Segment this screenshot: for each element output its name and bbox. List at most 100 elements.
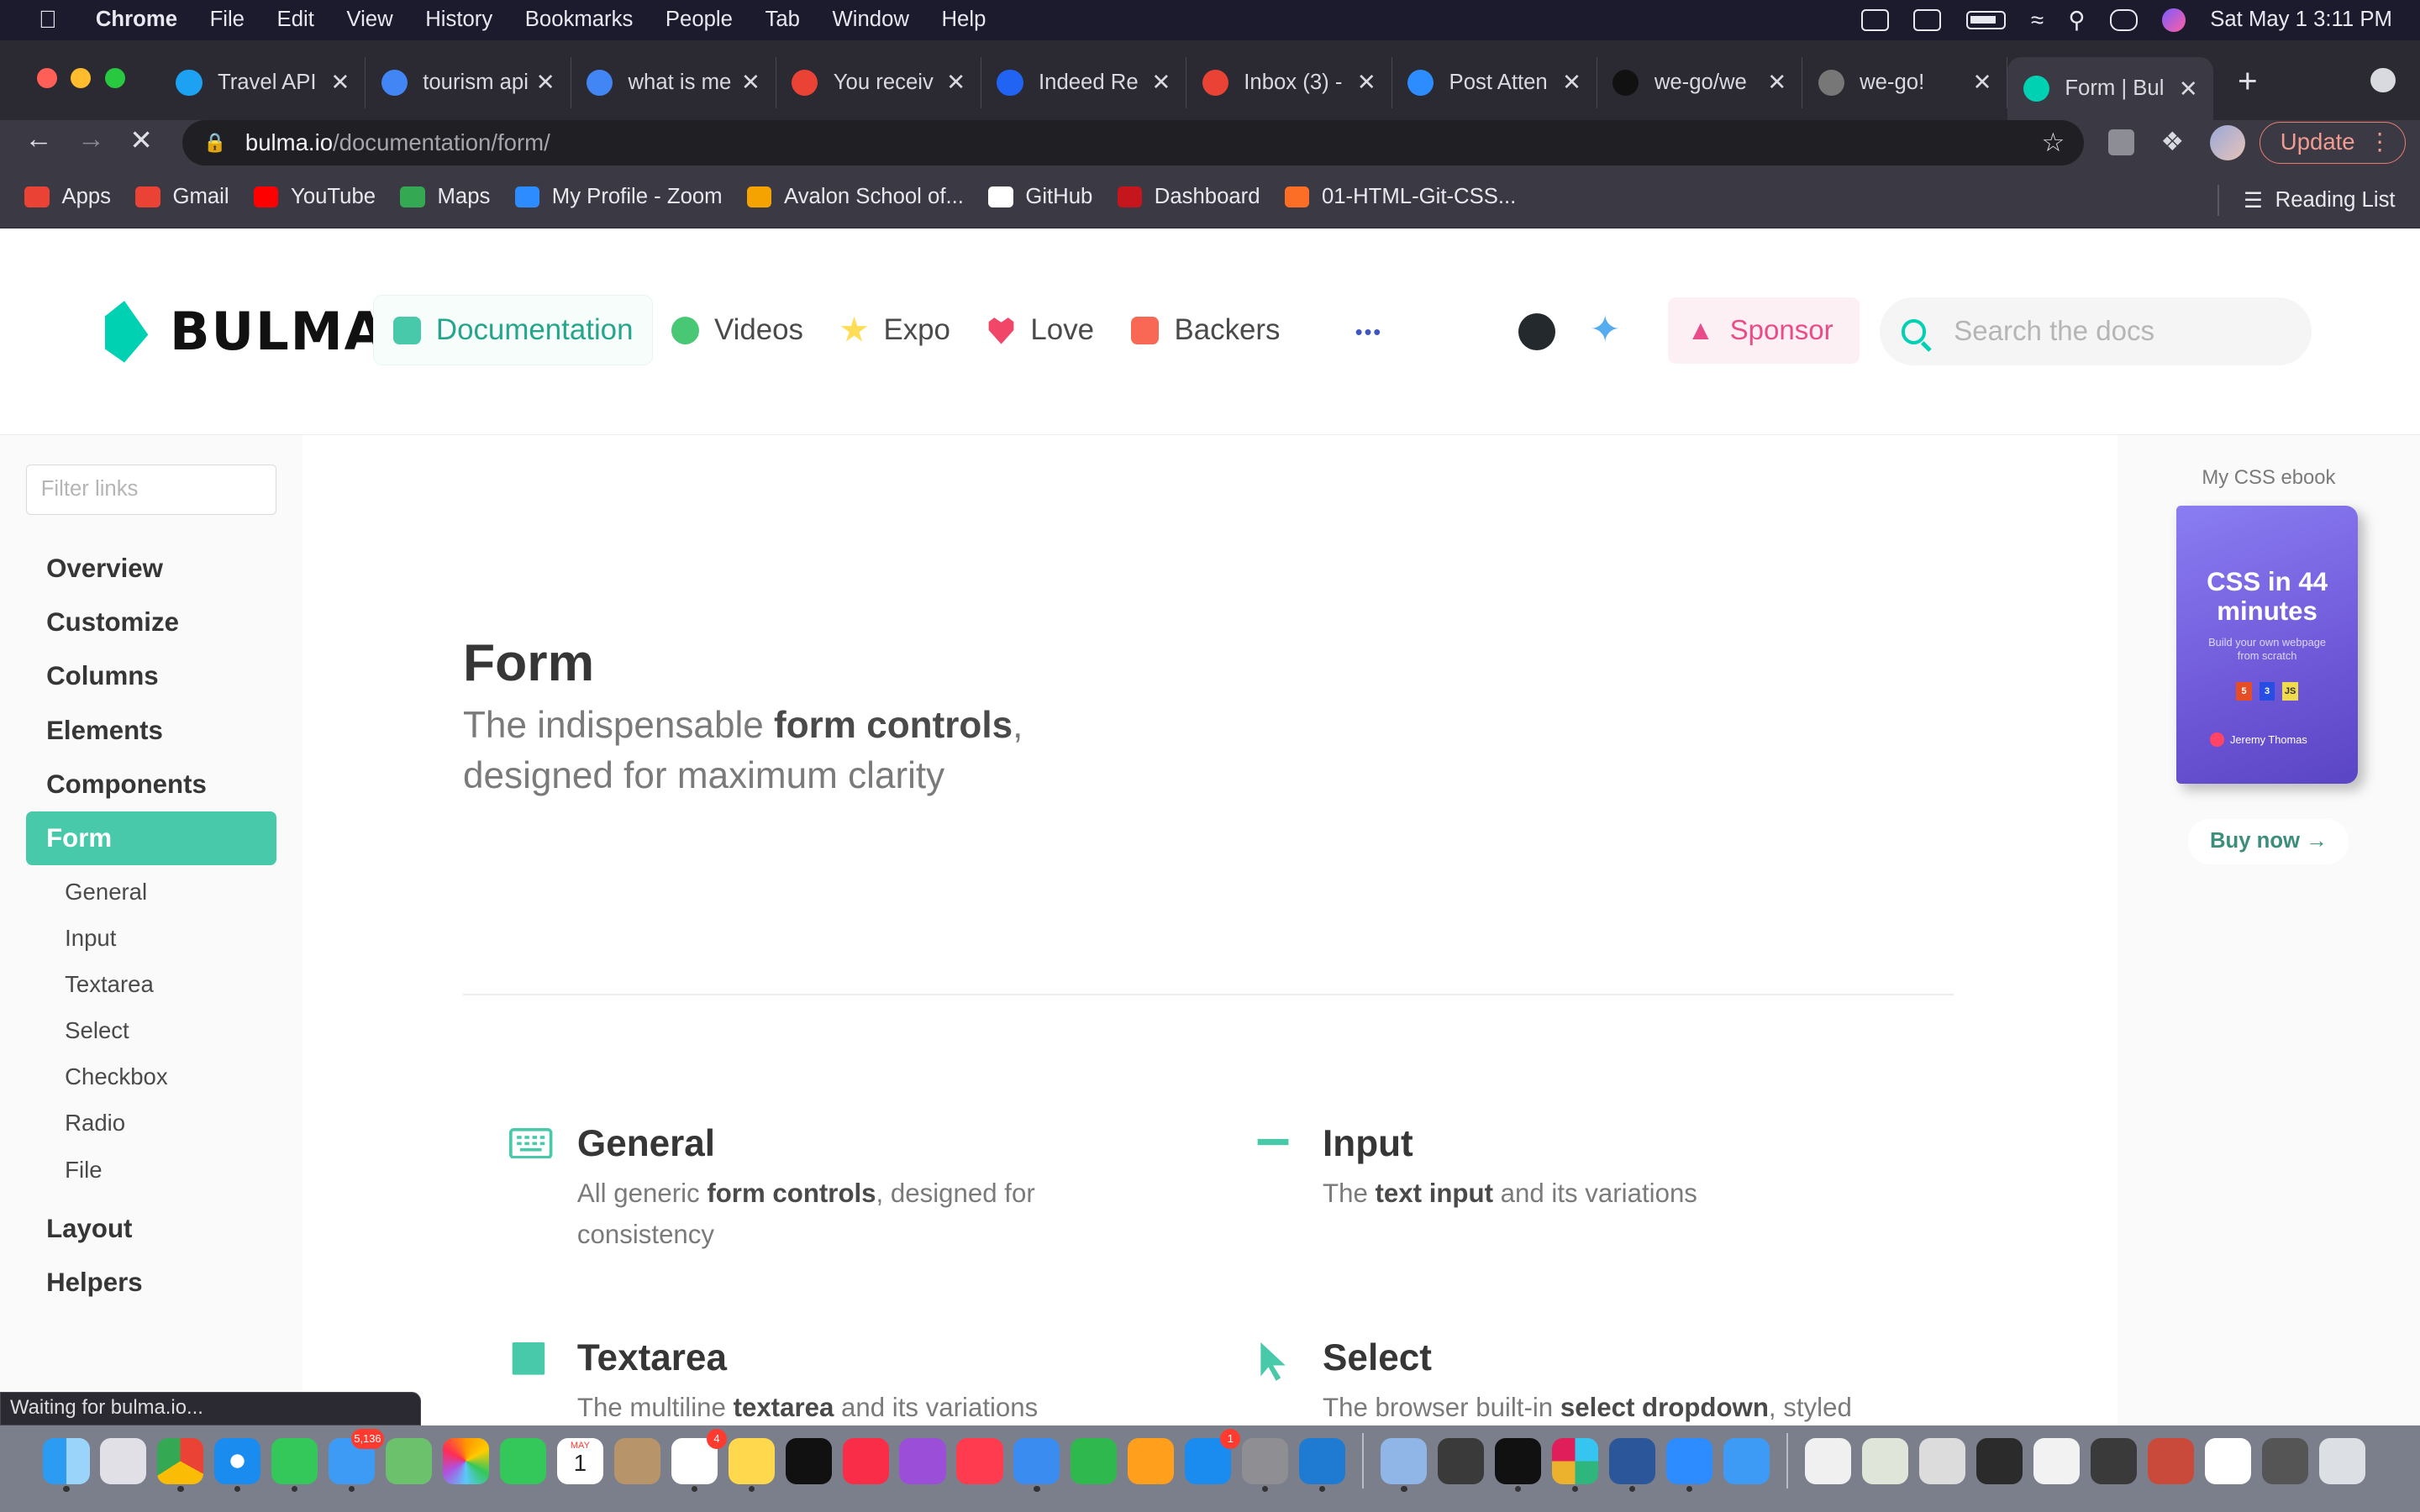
- new-tab-icon[interactable]: +: [2238, 61, 2258, 120]
- pixelmator-icon[interactable]: [1438, 1437, 1485, 1484]
- app-store-icon[interactable]: 1: [1185, 1428, 1241, 1484]
- extension-icon[interactable]: [2107, 129, 2135, 156]
- nav-link-backers[interactable]: Backers: [1113, 295, 1298, 365]
- sidebar-subitem-file[interactable]: File: [26, 1147, 276, 1193]
- menu-app-name[interactable]: Chrome: [96, 8, 177, 32]
- photos-icon[interactable]: [442, 1437, 490, 1484]
- profile-avatar[interactable]: [2210, 124, 2246, 160]
- mail-drafts-icon[interactable]: [1723, 1437, 1770, 1484]
- ebook-cover[interactable]: CSS in 44 minutes Build your own webpage…: [2175, 506, 2359, 785]
- nav-link-expo[interactable]: Expo: [822, 295, 969, 365]
- card-input[interactable]: Input The text input and its variations: [1255, 1123, 1918, 1214]
- nav-link-love[interactable]: Love: [969, 295, 1113, 365]
- news-icon[interactable]: [956, 1437, 1003, 1484]
- address-bar[interactable]: 🔒 bulma.io/documentation/form/ ☆: [182, 120, 2084, 165]
- bookmark-item[interactable]: GitHub: [988, 185, 1092, 209]
- sidebar-item-components[interactable]: Components: [26, 758, 276, 811]
- bookmark-item[interactable]: Avalon School of...: [746, 185, 964, 209]
- sidebar-item-helpers[interactable]: Helpers: [26, 1256, 276, 1310]
- tab-search-icon[interactable]: [2370, 67, 2396, 93]
- browser-tab[interactable]: tourism api ✕: [366, 56, 571, 108]
- menu-bookmarks[interactable]: Bookmarks: [525, 8, 634, 32]
- menu-people[interactable]: People: [666, 8, 733, 32]
- messages-icon[interactable]: [271, 1437, 318, 1493]
- bookmark-item[interactable]: 01-HTML-Git-CSS...: [1284, 185, 1516, 209]
- menu-file[interactable]: File: [210, 8, 245, 32]
- zoom-window-button[interactable]: [104, 67, 125, 88]
- mail-icon[interactable]: 5,136: [329, 1428, 385, 1493]
- more-nav-icon[interactable]: •••: [1355, 321, 1383, 345]
- menu-history[interactable]: History: [425, 8, 492, 32]
- siri-icon[interactable]: [2162, 8, 2186, 32]
- sidebar-subitem-select[interactable]: Select: [26, 1007, 276, 1053]
- extensions-puzzle-icon[interactable]: ❖: [2160, 127, 2184, 157]
- slack-icon[interactable]: [1552, 1437, 1599, 1493]
- browser-tab[interactable]: Form | Bul ✕: [2007, 56, 2213, 121]
- sidebar-subitem-radio[interactable]: Radio: [26, 1100, 276, 1146]
- browser-tab[interactable]: Travel API ✕: [160, 56, 366, 108]
- tab-close-icon[interactable]: ✕: [1355, 69, 1379, 96]
- bookmark-item[interactable]: Maps: [400, 185, 490, 209]
- bulma-logo[interactable]: BULMA: [104, 301, 387, 363]
- launchpad-icon[interactable]: [100, 1437, 147, 1484]
- card-general[interactable]: General All generic form controls, desig…: [509, 1123, 1173, 1256]
- word-icon[interactable]: [1609, 1437, 1656, 1493]
- sidebar-item-overview[interactable]: Overview: [26, 542, 276, 596]
- spotlight-icon[interactable]: ⚲: [2068, 7, 2085, 34]
- battery-icon[interactable]: [1965, 10, 2007, 29]
- lock-icon[interactable]: 🔒: [203, 132, 226, 154]
- tab-close-icon[interactable]: ✕: [1560, 69, 1584, 96]
- sidebar-item-customize[interactable]: Customize: [26, 596, 276, 649]
- stop-loading-icon[interactable]: ✕: [129, 123, 153, 157]
- update-button[interactable]: Update ⋮: [2259, 122, 2407, 164]
- bookmark-item[interactable]: YouTube: [253, 185, 376, 209]
- nav-link-videos[interactable]: Videos: [653, 295, 822, 365]
- sidebar-item-layout[interactable]: Layout: [26, 1202, 276, 1256]
- preview-icon[interactable]: [1381, 1437, 1428, 1493]
- bookmark-item[interactable]: Dashboard: [1117, 185, 1260, 209]
- browser-tab[interactable]: Indeed Re ✕: [981, 56, 1187, 108]
- menu-help[interactable]: Help: [942, 8, 986, 32]
- bookmark-star-icon[interactable]: ☆: [2042, 128, 2065, 158]
- notes-icon[interactable]: [728, 1437, 775, 1493]
- window-thumb-icon[interactable]: [2261, 1437, 2308, 1484]
- twitter-icon[interactable]: ✦: [1590, 308, 1621, 351]
- tab-close-icon[interactable]: ✕: [944, 69, 968, 96]
- filter-links-input[interactable]: Filter links: [26, 464, 276, 516]
- sponsor-button[interactable]: ▲ Sponsor: [1668, 297, 1860, 365]
- podcasts-icon[interactable]: [899, 1437, 946, 1484]
- window-thumb-icon[interactable]: [1862, 1437, 1909, 1484]
- window-thumb-icon[interactable]: [2090, 1437, 2138, 1484]
- tab-close-icon[interactable]: ✕: [1149, 69, 1173, 96]
- sidebar-subitem-input[interactable]: Input: [26, 915, 276, 961]
- nav-link-documentation[interactable]: Documentation: [373, 294, 653, 366]
- github-icon[interactable]: [1518, 312, 1556, 350]
- browser-tab[interactable]: what is me ✕: [571, 56, 776, 108]
- sidebar-subitem-general[interactable]: General: [26, 869, 276, 915]
- chrome-icon[interactable]: [157, 1437, 204, 1493]
- back-icon[interactable]: ←: [24, 123, 52, 155]
- menubar-clock[interactable]: Sat May 1 3:11 PM: [2210, 8, 2392, 32]
- menu-window[interactable]: Window: [833, 8, 909, 32]
- menu-view[interactable]: View: [346, 8, 392, 32]
- tab-close-icon[interactable]: ✕: [1765, 69, 1789, 96]
- card-select[interactable]: Select The browser built-in select dropd…: [1255, 1337, 1918, 1425]
- wifi-icon[interactable]: ≈: [2031, 7, 2044, 34]
- zoom-icon[interactable]: [1666, 1437, 1713, 1493]
- window-thumb-icon[interactable]: [1976, 1437, 2023, 1484]
- forward-icon[interactable]: →: [77, 123, 105, 155]
- reading-list-button[interactable]: ☰ Reading List: [2217, 185, 2396, 217]
- vscode-icon[interactable]: [1299, 1437, 1346, 1493]
- sidebar-subitem-checkbox[interactable]: Checkbox: [26, 1053, 276, 1100]
- pages-icon[interactable]: [1128, 1437, 1175, 1484]
- menu-tab[interactable]: Tab: [765, 8, 800, 32]
- mission-control-icon[interactable]: [1913, 9, 1942, 31]
- window-thumb-icon[interactable]: [2033, 1437, 2081, 1484]
- sidebar-item-elements[interactable]: Elements: [26, 704, 276, 758]
- calendar-icon[interactable]: MAY 1: [556, 1437, 603, 1484]
- minimize-window-button[interactable]: [71, 67, 92, 88]
- close-window-button[interactable]: [37, 67, 57, 88]
- facetime-icon[interactable]: [499, 1437, 547, 1484]
- tab-close-icon[interactable]: ✕: [1970, 69, 1994, 96]
- music-icon[interactable]: [842, 1437, 889, 1484]
